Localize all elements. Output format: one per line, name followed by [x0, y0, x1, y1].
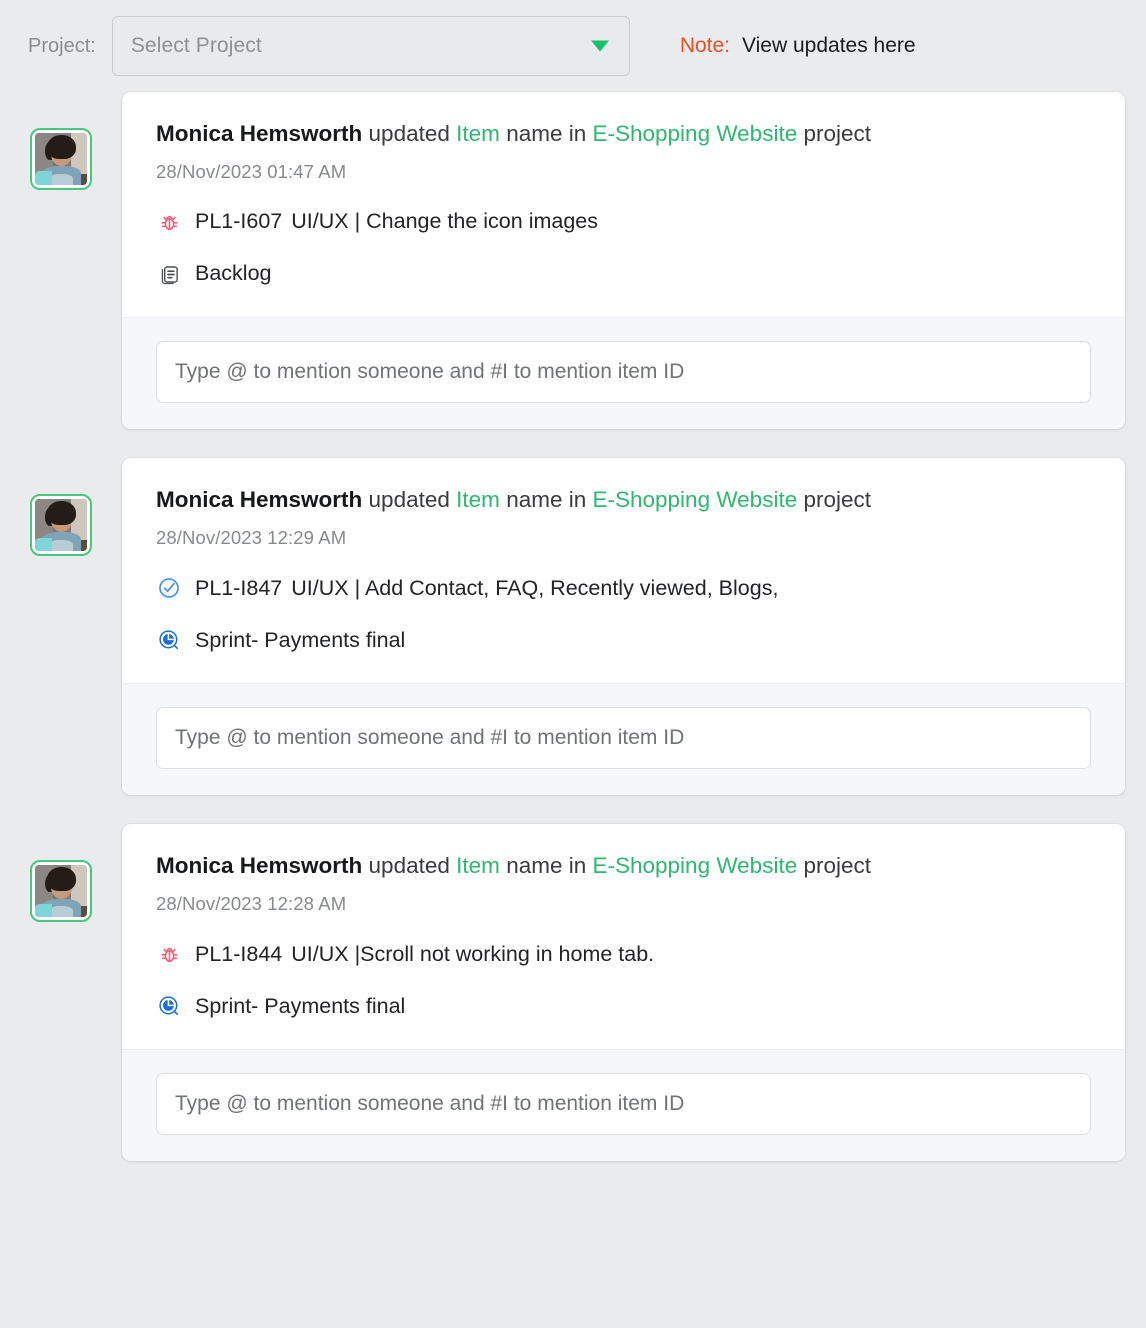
project-select-value: Select Project: [130, 34, 262, 57]
activity-card-body: Monica Hemsworth updated Item name in E-…: [122, 824, 1125, 1049]
note-text: View updates here: [742, 34, 916, 57]
object-link[interactable]: Item: [456, 121, 500, 146]
object-link[interactable]: Item: [456, 853, 500, 878]
actor-name[interactable]: Monica Hemsworth: [156, 853, 362, 878]
container-line[interactable]: Sprint- Payments final: [156, 627, 1091, 653]
sprint-icon: [156, 627, 182, 653]
avatar[interactable]: [30, 494, 92, 557]
comment-input[interactable]: [156, 1073, 1091, 1136]
activity-timestamp: 28/Nov/2023 12:29 AM: [156, 527, 347, 549]
item-title[interactable]: UI/UX |Scroll not working in home tab.: [291, 943, 654, 966]
avatar-photo: [35, 133, 87, 185]
activity-item: Monica Hemsworth updated Item name in E-…: [0, 824, 1146, 1162]
activity-feed: Monica Hemsworth updated Item name in E-…: [0, 92, 1146, 1162]
avatar[interactable]: [30, 128, 92, 190]
activity-verb: updated: [368, 853, 450, 879]
activity-card-body: Monica Hemsworth updated Item name in E-…: [122, 458, 1125, 683]
activity-timestamp: 28/Nov/2023 12:28 AM: [156, 893, 347, 915]
task-check-icon: [156, 575, 182, 601]
note-label: Note:: [679, 34, 731, 57]
activity-card-body: Monica Hemsworth updated Item name in E-…: [122, 92, 1125, 317]
backlog-icon: [156, 261, 182, 287]
project-select[interactable]: Select Project: [111, 16, 630, 76]
activity-headline: Monica Hemsworth updated Item name in E-…: [156, 852, 1091, 880]
container-label[interactable]: Sprint- Payments final: [195, 629, 405, 652]
activity-item: Monica Hemsworth updated Item name in E-…: [0, 92, 1146, 430]
activity-verb: updated: [368, 121, 450, 146]
project-label: Project:: [28, 34, 96, 57]
actor-name[interactable]: Monica Hemsworth: [156, 487, 362, 512]
activity-middle: name in: [506, 121, 587, 146]
project-link[interactable]: E-Shopping Website: [593, 853, 798, 878]
activity-card: Monica Hemsworth updated Item name in E-…: [122, 824, 1125, 1162]
activity-headline: Monica Hemsworth updated Item name in E-…: [156, 486, 1091, 514]
container-label[interactable]: Backlog: [195, 263, 272, 285]
activity-card: Monica Hemsworth updated Item name in E-…: [122, 458, 1125, 796]
activity-middle: name in: [506, 853, 587, 879]
avatar-column: [0, 824, 122, 923]
comment-area: [122, 317, 1125, 430]
project-link[interactable]: E-Shopping Website: [593, 121, 798, 146]
activity-middle: name in: [506, 487, 587, 513]
comment-input[interactable]: [156, 707, 1091, 770]
activity-suffix: project: [803, 853, 872, 879]
comment-area: [122, 683, 1125, 796]
project-link[interactable]: E-Shopping Website: [593, 487, 798, 512]
avatar-photo: [35, 865, 87, 918]
item-line[interactable]: PL1-I847 UI/UX | Add Contact, FAQ, Recent…: [156, 575, 1091, 601]
container-line[interactable]: Backlog: [156, 261, 1091, 287]
avatar-photo: [35, 499, 87, 552]
bug-icon: [156, 209, 182, 235]
container-label[interactable]: Sprint- Payments final: [195, 995, 405, 1018]
comment-input[interactable]: [156, 341, 1091, 404]
activity-verb: updated: [368, 487, 450, 513]
item-id[interactable]: PL1-I847: [195, 577, 282, 600]
item-title[interactable]: UI/UX | Add Contact, FAQ, Recently viewe…: [291, 577, 778, 600]
container-line[interactable]: Sprint- Payments final: [156, 993, 1091, 1019]
item-title[interactable]: UI/UX | Change the icon images: [291, 211, 598, 233]
sprint-icon: [156, 993, 182, 1019]
activity-card: Monica Hemsworth updated Item name in E-…: [122, 92, 1125, 430]
avatar[interactable]: [30, 860, 92, 923]
comment-area: [122, 1049, 1125, 1162]
activity-suffix: project: [803, 487, 872, 513]
item-id[interactable]: PL1-I607: [195, 211, 282, 233]
toolbar: Project: Select Project Note: View updat…: [0, 0, 1146, 92]
object-link[interactable]: Item: [456, 487, 500, 512]
avatar-column: [0, 92, 122, 190]
item-line[interactable]: PL1-I607 UI/UX | Change the icon images: [156, 209, 1091, 235]
activity-item: Monica Hemsworth updated Item name in E-…: [0, 458, 1146, 796]
activity-timestamp: 28/Nov/2023 01:47 AM: [156, 161, 347, 183]
note-banner: Note: View updates here: [680, 34, 916, 58]
actor-name[interactable]: Monica Hemsworth: [156, 121, 362, 146]
activity-headline: Monica Hemsworth updated Item name in E-…: [156, 120, 1091, 148]
avatar-column: [0, 458, 122, 557]
item-id[interactable]: PL1-I844: [195, 943, 282, 966]
bug-icon: [156, 941, 182, 967]
activity-suffix: project: [803, 121, 872, 146]
item-line[interactable]: PL1-I844 UI/UX |Scroll not working in hom…: [156, 941, 1091, 967]
chevron-down-icon[interactable]: [590, 40, 609, 52]
